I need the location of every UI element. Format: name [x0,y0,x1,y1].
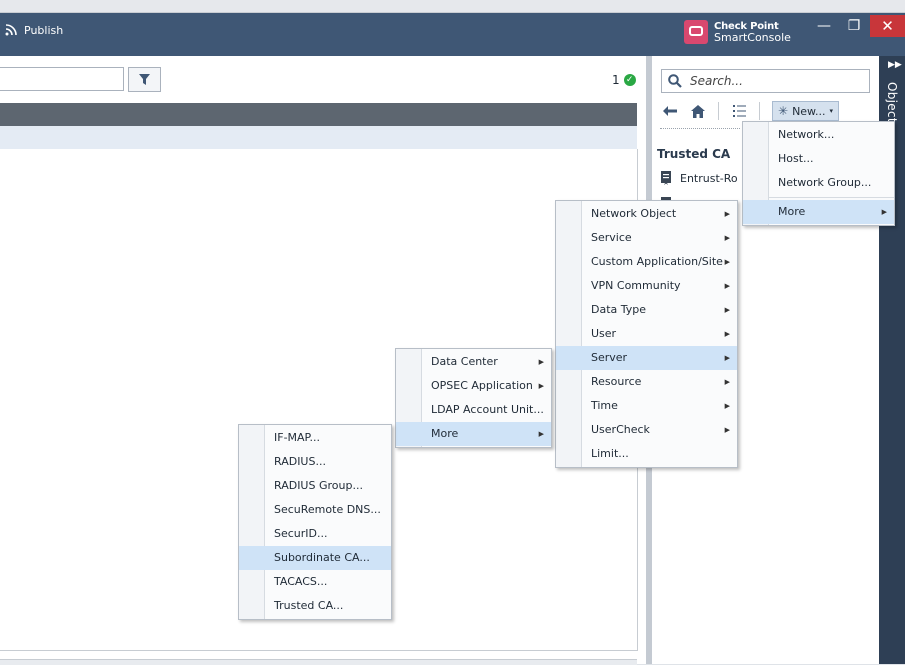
menu-item-data-type[interactable]: Data Type ▶ [556,298,737,322]
more-menu: Network Object ▶ Service ▶ Custom Applicat… [555,200,738,468]
menu-item-network-group[interactable]: Network Group... [743,171,894,195]
top-strip [0,0,905,13]
toolbar-separator [718,102,719,120]
menu-item-network-object[interactable]: Network Object ▶ [556,202,737,226]
submenu-arrow-icon: ▶ [724,402,730,410]
menu-item-radius[interactable]: RADIUS... [239,450,391,474]
submenu-arrow-icon: ▶ [538,430,544,438]
object-toolbar: ✳ New... ▾ [662,100,840,122]
menu-item-custom-application[interactable]: Custom Application/Site ▶ [556,250,737,274]
submenu-arrow-icon: ▶ [724,258,730,266]
server-menu: Data Center ▶ OPSEC Application ▶ LDAP Acc… [395,348,552,448]
menu-item-vpn-community[interactable]: VPN Community ▶ [556,274,737,298]
menu-item-ldap-account-unit[interactable]: LDAP Account Unit... [396,398,551,422]
back-arrow-icon[interactable] [662,103,678,119]
menu-item-resource[interactable]: Resource ▶ [556,370,737,394]
menu-separator [768,197,894,198]
brand-logo: Check Point SmartConsole [684,20,791,44]
publish-icon [5,24,17,36]
grid-header [0,103,637,126]
dotted-separator [660,128,740,129]
count-value: 1 [612,73,620,87]
dropdown-arrow-icon: ▾ [829,107,834,115]
menu-item-limit[interactable]: Limit... [556,442,737,466]
home-icon[interactable] [690,103,706,119]
minimize-button[interactable]: — [810,15,838,37]
submenu-arrow-icon: ▶ [724,354,730,362]
certificate-icon [661,171,671,185]
grid-subheader [0,126,637,149]
object-search-box[interactable] [661,69,870,93]
object-list-item[interactable]: Entrust-Ro [660,171,738,185]
server-more-menu: IF-MAP... RADIUS... RADIUS Group... Secu… [238,424,392,620]
submenu-arrow-icon: ▶ [724,378,730,386]
bottom-strip [0,659,637,665]
submenu-arrow-icon: ▶ [538,358,544,366]
rules-search-input[interactable] [0,67,124,91]
toolbar-separator [759,102,760,120]
new-menu: Network... Host... Network Group... More… [742,121,895,226]
list-view-icon[interactable] [731,103,747,119]
new-label: New... [792,104,826,118]
menu-item-securemote-dns[interactable]: SecuRemote DNS... [239,498,391,522]
menu-item-tacacs[interactable]: TACACS... [239,570,391,594]
object-item-label: Entrust-Ro [680,171,738,185]
menu-item-more[interactable]: More ▶ [743,200,894,224]
menu-item-server[interactable]: Server ▶ [556,346,737,370]
menu-item-time[interactable]: Time ▶ [556,394,737,418]
menu-item-subordinate-ca[interactable]: Subordinate CA... [239,546,391,570]
submenu-arrow-icon: ▶ [538,382,544,390]
menu-item-network[interactable]: Network... [743,123,894,147]
menu-item-trusted-ca[interactable]: Trusted CA... [239,594,391,618]
menu-item-if-map[interactable]: IF-MAP... [239,426,391,450]
publish-label: Publish [24,23,64,37]
check-ok-icon: ✓ [623,74,636,86]
close-button[interactable]: ✕ [870,15,905,37]
menu-item-service[interactable]: Service ▶ [556,226,737,250]
brand-line2: SmartConsole [714,31,791,44]
menu-item-radius-group[interactable]: RADIUS Group... [239,474,391,498]
new-star-icon: ✳ [778,104,789,118]
submenu-arrow-icon: ▶ [724,426,730,434]
publish-button[interactable]: Publish [4,23,63,37]
new-object-button[interactable]: ✳ New... ▾ [772,101,840,121]
menu-item-data-center[interactable]: Data Center ▶ [396,350,551,374]
menu-item-securid[interactable]: SecurID... [239,522,391,546]
collapse-arrow-icon[interactable]: ▶▶ [888,60,902,70]
maximize-button[interactable]: ❐ [840,15,868,37]
menu-item-usercheck[interactable]: UserCheck ▶ [556,418,737,442]
submenu-arrow-icon: ▶ [724,330,730,338]
submenu-arrow-icon: ▶ [881,208,887,216]
submenu-arrow-icon: ▶ [724,210,730,218]
submenu-arrow-icon: ▶ [724,306,730,314]
menu-item-server-more[interactable]: More ▶ [396,422,551,446]
object-category-heading: Trusted CA [657,147,731,161]
filter-icon [139,74,150,85]
menu-item-host[interactable]: Host... [743,147,894,171]
menu-item-user[interactable]: User ▶ [556,322,737,346]
submenu-arrow-icon: ▶ [724,282,730,290]
validation-count[interactable]: 1 ✓ [612,73,636,87]
checkpoint-logo-icon [684,20,708,44]
title-bar: Publish Check Point SmartConsole — ❐ ✕ [0,13,905,56]
submenu-arrow-icon: ▶ [724,234,730,242]
menu-item-opsec-application[interactable]: OPSEC Application ▶ [396,374,551,398]
object-search-input[interactable] [688,73,862,89]
search-icon [668,74,682,88]
filter-button[interactable] [128,67,161,92]
